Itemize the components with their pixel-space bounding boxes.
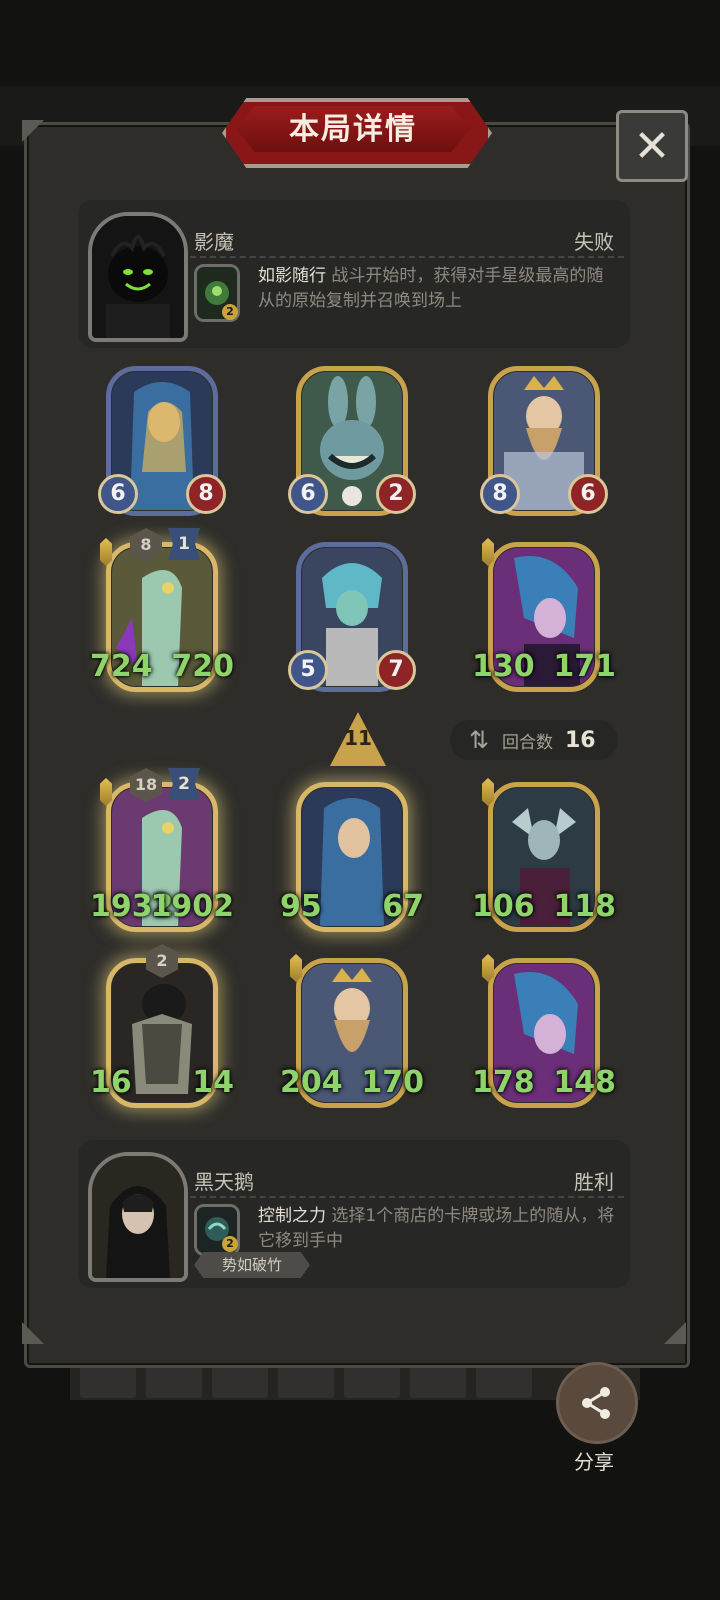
minion-attack: 8	[480, 474, 520, 514]
minion-health: 8	[186, 474, 226, 514]
divider	[190, 256, 624, 258]
minion-attack: 6	[288, 474, 328, 514]
minion-attack: 178	[472, 1065, 535, 1100]
opponent-minion-card[interactable]: 6 8	[98, 366, 226, 516]
opponent-name: 影魔	[194, 230, 234, 254]
share-icon	[582, 1387, 610, 1419]
upgrade-level-badge: 2	[168, 768, 200, 800]
refresh-icon: ⇅	[468, 726, 490, 754]
minion-attack: 5	[288, 650, 328, 690]
player-panel: 黑天鹅 胜利 2 控制之力 选择1个商店的卡牌或场上的随从，将它移到手中 势如破…	[78, 1140, 630, 1288]
minion-health: 67	[382, 889, 424, 924]
round-value: 16	[565, 727, 596, 753]
close-button[interactable]: ✕	[616, 110, 688, 182]
card-ribbon	[100, 538, 112, 566]
player-minion-card[interactable]: 178 148	[472, 954, 616, 1108]
opponent-minion-card[interactable]: 8 1 724 720	[90, 528, 234, 692]
minion-attack: 95	[280, 889, 322, 924]
opponent-avatar[interactable]	[88, 212, 188, 342]
player-title-tag: 势如破竹	[194, 1252, 310, 1278]
opponent-skill-name: 如影随行	[258, 266, 326, 286]
minion-attack: 16	[90, 1065, 132, 1100]
minion-attack: 204	[280, 1065, 343, 1100]
player-minion-card[interactable]: 204 170	[280, 954, 424, 1108]
share-label: 分享	[574, 1450, 614, 1474]
share-button[interactable]	[556, 1362, 638, 1444]
card-ribbon	[290, 954, 302, 982]
player-minion-card[interactable]: 106 118	[472, 778, 616, 932]
minion-attack: 724	[90, 649, 153, 684]
minion-health: 7	[376, 650, 416, 690]
minion-health: 720	[171, 649, 234, 684]
minion-health: 171	[553, 649, 616, 684]
card-ribbon	[482, 538, 494, 566]
minion-health: 148	[553, 1065, 616, 1100]
minion-attack: 130	[472, 649, 535, 684]
minion-health: 170	[361, 1065, 424, 1100]
close-icon: ✕	[633, 120, 671, 172]
minion-attack: 6	[98, 474, 138, 514]
skill-level-badge: 2	[222, 1236, 238, 1252]
round-counter: ⇅ 回合数 16	[450, 720, 618, 760]
player-minion-card[interactable]: 95 67	[280, 782, 424, 932]
turn-marker: 11	[344, 726, 372, 750]
minion-health: 1902	[150, 889, 235, 924]
minion-attack: 106	[472, 889, 535, 924]
player-avatar[interactable]	[88, 1152, 188, 1282]
card-ribbon	[482, 954, 494, 982]
opponent-minion-card[interactable]: 5 7	[288, 542, 416, 692]
dialog-title: 本局详情	[289, 112, 417, 147]
divider	[190, 1196, 624, 1198]
player-name: 黑天鹅	[194, 1170, 254, 1194]
player-minion-card[interactable]: 18 2 1932 1902	[90, 768, 234, 932]
player-minion-card[interactable]: 2 16 14	[90, 944, 234, 1108]
skill-level-badge: 2	[222, 304, 238, 320]
card-ribbon	[482, 778, 494, 806]
minion-health: 118	[553, 889, 616, 924]
round-label: 回合数	[502, 732, 553, 753]
minion-health: 2	[376, 474, 416, 514]
player-skill-name: 控制之力	[258, 1206, 326, 1226]
opponent-minion-card[interactable]: 6 2	[288, 366, 416, 516]
opponent-skill-text: 如影随行 战斗开始时，获得对手星级最高的随从的原始复制并召唤到场上	[258, 264, 618, 314]
minion-health: 6	[568, 474, 608, 514]
minion-health: 14	[192, 1065, 234, 1100]
player-result: 胜利	[574, 1170, 614, 1194]
upgrade-level-badge: 1	[168, 528, 200, 560]
card-ribbon	[100, 778, 112, 806]
opponent-minion-card[interactable]: 8 6	[480, 366, 608, 516]
opponent-result: 失败	[574, 230, 614, 254]
opponent-minion-card[interactable]: 130 171	[472, 538, 616, 692]
opponent-panel: 影魔 失败 2 如影随行 战斗开始时，获得对手星级最高的随从的原始复制并召唤到场…	[78, 200, 630, 348]
player-skill-text: 控制之力 选择1个商店的卡牌或场上的随从，将它移到手中	[258, 1204, 618, 1254]
